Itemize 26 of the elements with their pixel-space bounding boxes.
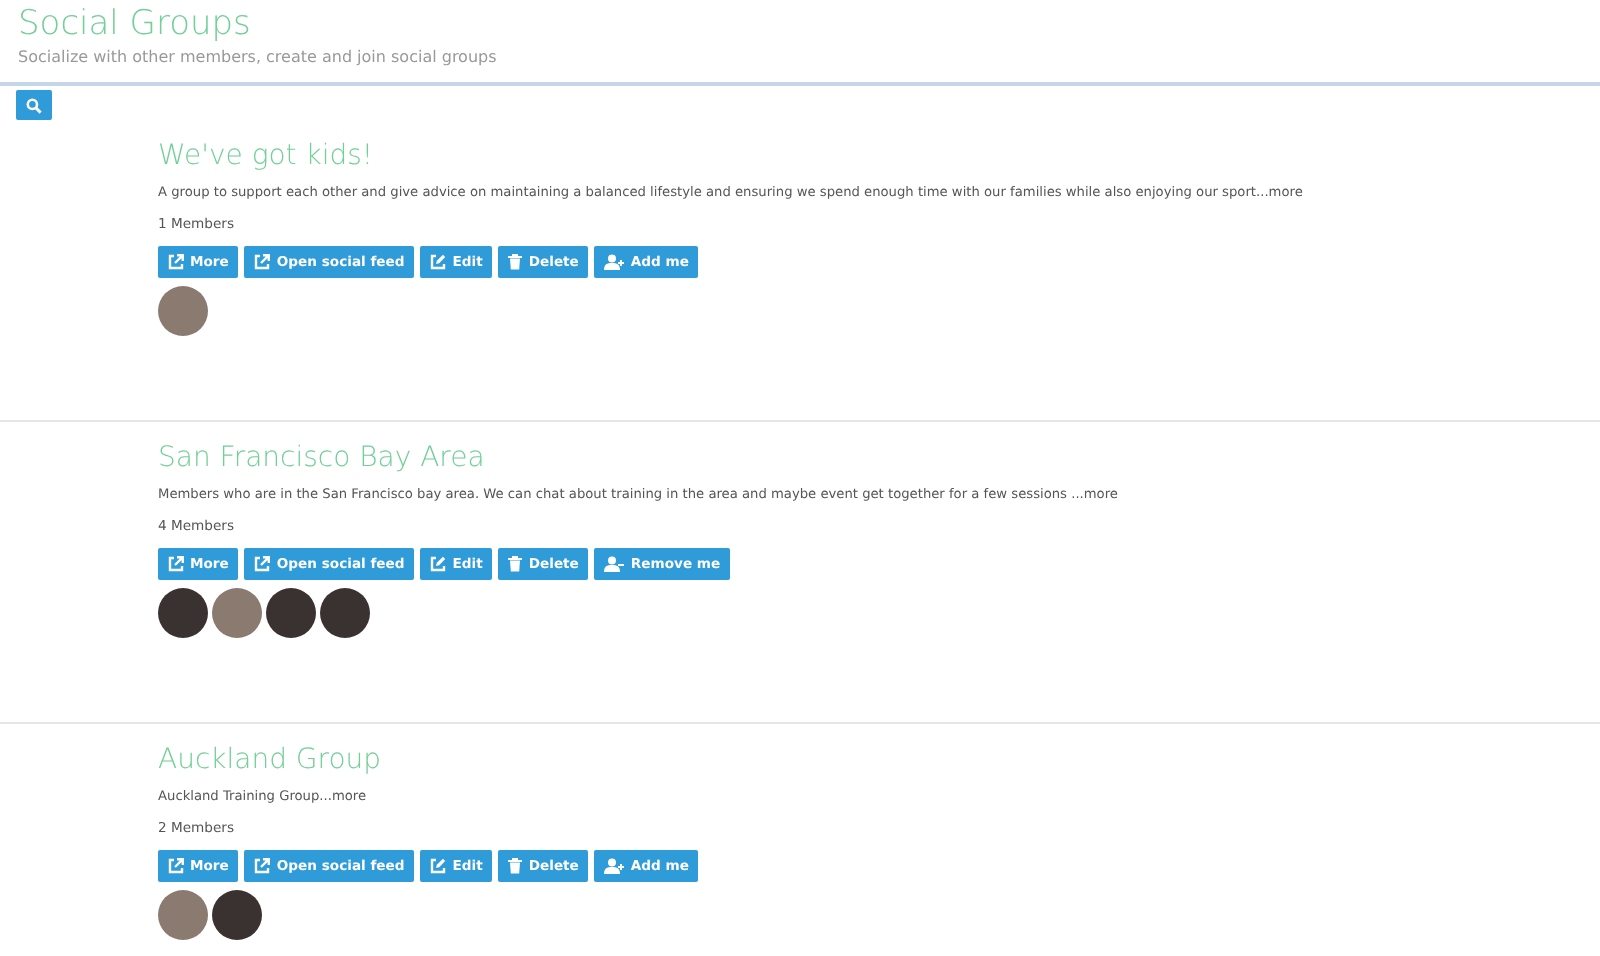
user-plus-icon	[604, 858, 625, 874]
trash-icon	[508, 556, 523, 572]
edit-icon	[430, 254, 447, 270]
member-avatar[interactable]	[212, 890, 262, 940]
trash-icon	[508, 858, 523, 874]
group-title[interactable]: Auckland Group	[158, 740, 1600, 780]
external-link-icon	[168, 254, 184, 270]
group-title[interactable]: San Francisco Bay Area	[158, 438, 1600, 478]
external-link-icon	[254, 254, 271, 270]
member-avatar[interactable]	[320, 588, 370, 638]
edit-icon	[430, 556, 447, 572]
member-avatar[interactable]	[266, 588, 316, 638]
trash-icon	[508, 254, 523, 270]
search-button[interactable]	[16, 90, 52, 120]
group-title[interactable]: We've got kids!	[158, 136, 1600, 176]
search-icon	[26, 97, 42, 113]
external-link-icon	[168, 858, 184, 874]
page-title: Social Groups	[18, 2, 253, 46]
user-plus-icon	[604, 254, 625, 270]
external-link-icon	[254, 858, 271, 874]
user-minus-icon	[604, 556, 625, 572]
external-link-icon	[254, 556, 271, 572]
member-avatar[interactable]	[158, 588, 208, 638]
page-subtitle: Socialize with other members, create and join social groups	[18, 46, 499, 70]
edit-icon	[430, 858, 447, 874]
external-link-icon	[168, 556, 184, 572]
